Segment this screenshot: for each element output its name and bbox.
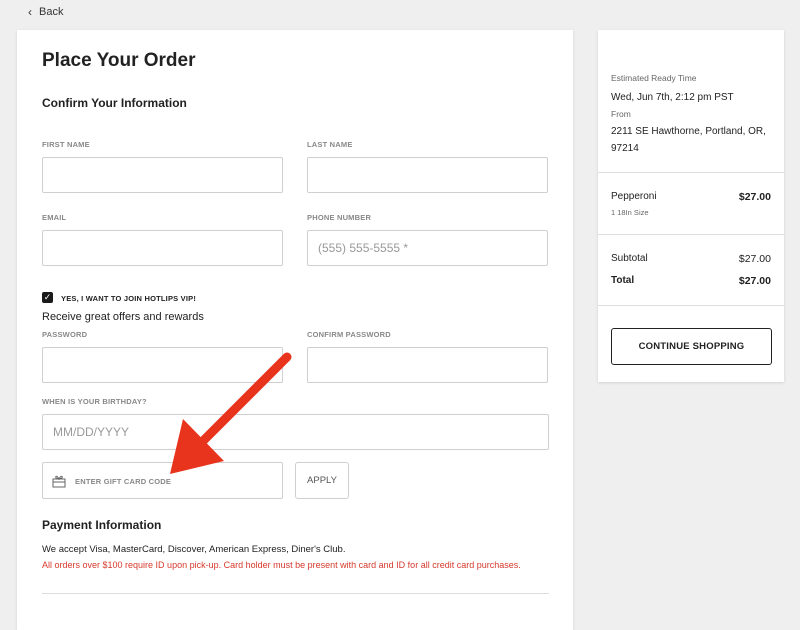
- subtotal-label: Subtotal: [611, 253, 648, 264]
- payment-info-heading: Payment Information: [42, 518, 162, 532]
- subtotal-value: $27.00: [738, 253, 771, 265]
- order-form-card: Place Your Order Confirm Your Informatio…: [17, 30, 573, 630]
- payment-accepted-text: We accept Visa, MasterCard, Discover, Am…: [42, 544, 346, 555]
- ready-time-label: Estimated Ready Time: [611, 73, 697, 83]
- email-label: EMAIL: [42, 213, 67, 222]
- last-name-label: LAST NAME: [307, 140, 353, 149]
- first-name-input[interactable]: [42, 157, 283, 193]
- first-name-label: FIRST NAME: [42, 140, 90, 149]
- gift-card-field[interactable]: [42, 462, 283, 499]
- back-label: Back: [39, 6, 64, 18]
- email-input[interactable]: [42, 230, 283, 266]
- vip-checkbox-label: YES, I WANT TO JOIN HOTLIPS VIP!: [61, 294, 197, 303]
- item-detail: 1 18In Size: [611, 208, 649, 217]
- item-name: Pepperoni: [611, 191, 657, 202]
- divider: [42, 593, 549, 594]
- gift-card-input[interactable]: [73, 464, 277, 499]
- birthday-label: WHEN IS YOUR BIRTHDAY?: [42, 397, 147, 406]
- from-label: From: [611, 109, 631, 119]
- phone-input[interactable]: [307, 230, 548, 266]
- checkmark-icon: ✓: [43, 292, 52, 302]
- confirm-password-label: CONFIRM PASSWORD: [307, 330, 391, 339]
- total-value: $27.00: [738, 275, 771, 287]
- vip-checkbox[interactable]: ✓: [42, 292, 53, 303]
- total-label: Total: [611, 275, 635, 286]
- continue-shopping-button[interactable]: CONTINUE SHOPPING: [611, 328, 772, 365]
- divider: [598, 172, 784, 173]
- confirm-info-heading: Confirm Your Information: [42, 96, 187, 110]
- password-label: PASSWORD: [42, 330, 88, 339]
- chevron-left-icon: ‹: [28, 5, 32, 19]
- birthday-input[interactable]: [42, 414, 549, 450]
- ready-time-value: Wed, Jun 7th, 2:12 pm PST: [611, 92, 734, 103]
- order-summary-panel: Estimated Ready Time Wed, Jun 7th, 2:12 …: [598, 30, 784, 382]
- confirm-password-input[interactable]: [307, 347, 548, 383]
- phone-label: PHONE NUMBER: [307, 213, 372, 222]
- divider: [598, 234, 784, 235]
- back-link[interactable]: ‹ Back: [28, 6, 63, 18]
- last-name-input[interactable]: [307, 157, 548, 193]
- vip-subtext: Receive great offers and rewards: [42, 311, 204, 323]
- payment-warning-text: All orders over $100 require ID upon pic…: [42, 560, 521, 570]
- item-price: $27.00: [738, 191, 771, 203]
- divider: [598, 305, 784, 306]
- address-line-1: 2211 SE Hawthorne, Portland, OR,: [611, 126, 766, 137]
- gift-card-icon: [52, 475, 66, 488]
- apply-button[interactable]: APPLY: [295, 462, 349, 499]
- page-title: Place Your Order: [42, 50, 196, 71]
- password-input[interactable]: [42, 347, 283, 383]
- address-line-2: 97214: [611, 143, 639, 154]
